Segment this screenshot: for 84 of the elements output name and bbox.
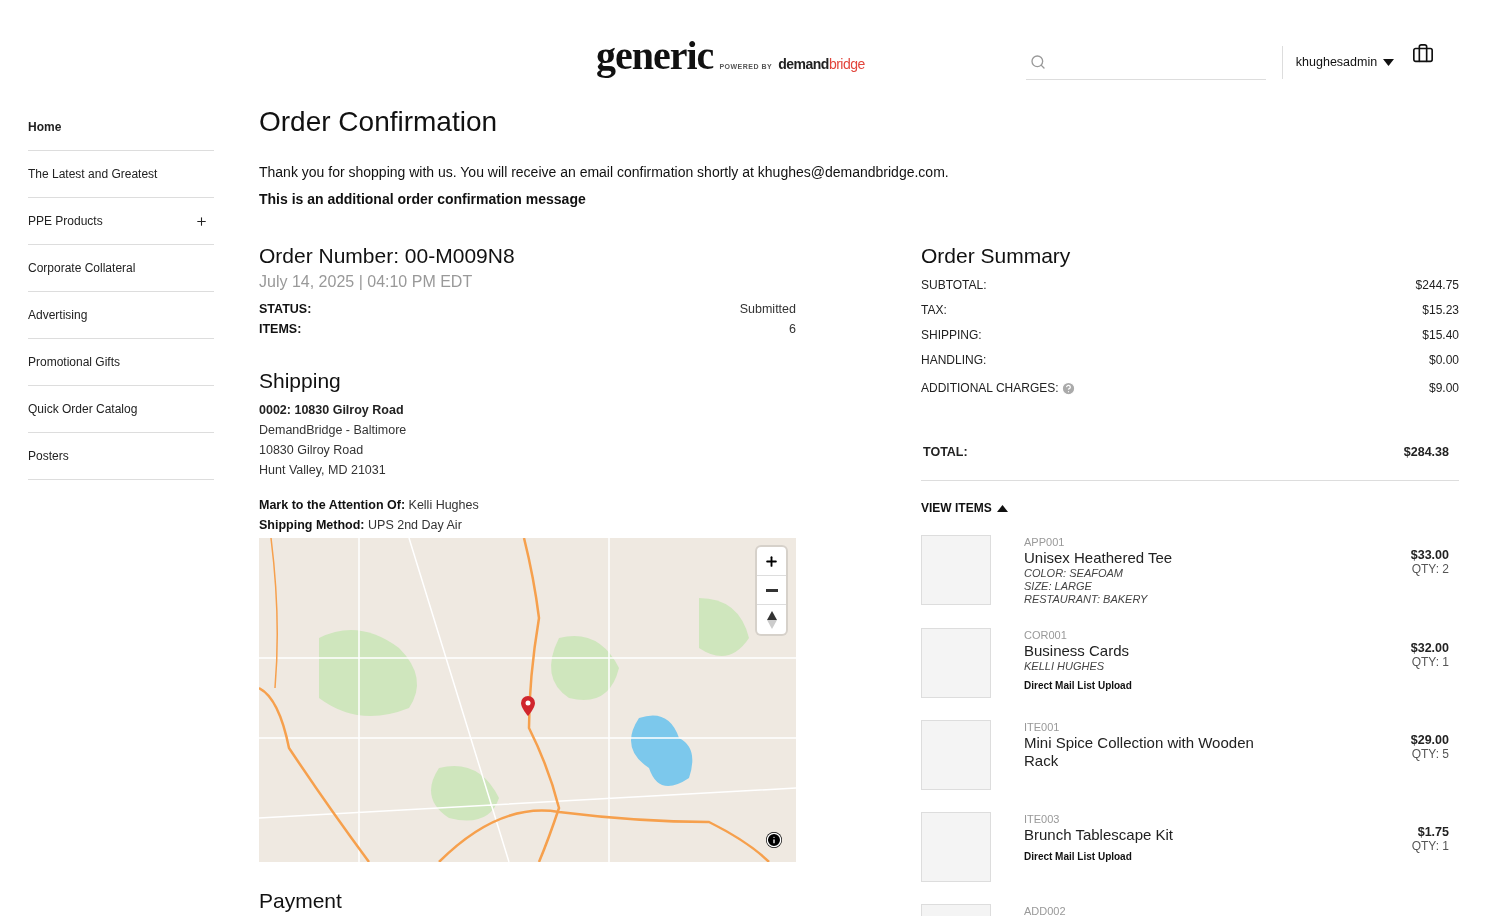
product-name[interactable]: Unisex Heathered Tee (1024, 549, 1264, 567)
total-value: $284.38 (1403, 444, 1449, 461)
sidebar-label: Quick Order Catalog (28, 402, 138, 416)
additional-message: This is an additional order confirmation message (259, 190, 587, 209)
product-price: $29.00 (1410, 733, 1449, 747)
product-name[interactable]: Business Cards (1024, 642, 1264, 660)
section-heading: Order Summary (921, 243, 1072, 269)
field-value: 6 (789, 321, 796, 338)
sidebar-label: Corporate Collateral (28, 261, 136, 275)
product-quantity: QTY: 1 (1411, 839, 1449, 853)
section-heading: Shipping (259, 368, 342, 394)
product-price: $1.75 (1417, 825, 1449, 839)
order-date: July 14, 2025 | 04:10 PM EDT (259, 272, 474, 292)
sidebar-label: Home (28, 120, 62, 134)
address-line: DemandBridge - Baltimore (259, 422, 408, 439)
product-note: Direct Mail List Upload (1024, 679, 1133, 692)
shipping-detail: Shipping Method: UPS 2nd Day Air (259, 517, 463, 534)
summary-value: $9.00 (1428, 380, 1459, 397)
total-label: TOTAL: (923, 444, 968, 461)
product-photo-placeholder (921, 535, 991, 605)
caret-icon (996, 504, 1008, 512)
summary-value: $15.40 (1422, 327, 1459, 344)
view-items-toggle[interactable]: VIEW ITEMS (921, 498, 1008, 518)
sidebar-item[interactable]: Quick Order Catalog (28, 386, 214, 433)
sidebar-label: PPE Products (28, 214, 103, 228)
order-number: Order Number: 00-M009N8 (259, 243, 516, 269)
product-option: RESTAURANT: BAKERY (1024, 593, 1378, 606)
page-title: Order Confirmation (259, 105, 499, 139)
sidebar-item[interactable]: Promotional Gifts (28, 339, 214, 386)
summary-label: SUBTOTAL: (921, 277, 987, 294)
summary-value: $244.75 (1415, 277, 1459, 294)
product-quantity: QTY: 2 (1411, 562, 1449, 576)
product-price: $32.00 (1410, 641, 1449, 655)
sidebar-item[interactable]: Posters (28, 433, 214, 480)
plus-icon[interactable] (195, 214, 208, 228)
sidebar-item[interactable]: PPE Products (28, 198, 214, 245)
summary-value: $15.23 (1422, 302, 1459, 319)
product-quantity: QTY: 1 (1411, 655, 1449, 669)
product-option: SIZE: LARGE (1024, 580, 1378, 593)
product-option: COLOR: SEAFOAM (1024, 567, 1378, 580)
section-heading: Payment (259, 888, 343, 914)
sidebar-label: Promotional Gifts (28, 355, 121, 369)
shipping-detail: Mark to the Attention Of: Kelli Hughes (259, 497, 480, 514)
caret-icon (1383, 58, 1395, 66)
address-line: Hunt Valley, MD 21031 (259, 462, 387, 479)
search-icon (1029, 53, 1046, 70)
product-name[interactable]: Brunch Tablescape Kit (1024, 826, 1264, 844)
product-sku: COR001 (1024, 629, 1068, 642)
sidebar-label: Posters (28, 449, 69, 463)
summary-label: ADDITIONAL CHARGES: (921, 373, 1076, 404)
field-value: Submitted (739, 301, 796, 318)
product-name[interactable]: Mini Spice Collection with Wooden Rack (1024, 734, 1264, 770)
minus-icon (765, 588, 778, 592)
user-menu[interactable]: khughesadmin (1295, 55, 1395, 69)
sidebar-item[interactable]: Corporate Collateral (28, 245, 214, 292)
sidebar-item[interactable]: The Latest and Greatest (28, 151, 214, 198)
address-name: 0002: 10830 Gilroy Road (259, 402, 405, 419)
product-photo-placeholder (921, 720, 991, 790)
product-photo-placeholder (921, 628, 991, 698)
sidebar-item[interactable]: Home (28, 104, 214, 151)
product-note: Direct Mail List Upload (1024, 850, 1133, 863)
summary-label: SHIPPING: (921, 327, 982, 344)
product-option: KELLI HUGHES (1024, 660, 1378, 673)
product-sku: ITE003 (1024, 813, 1061, 826)
field-label: STATUS: (259, 301, 312, 318)
confirmation-message: Thank you for shopping with us. You will receive an email confirmation shortly at khughes@demandbridge.com. (259, 163, 950, 182)
compass-icon (766, 610, 777, 629)
product-sku: ITE001 (1024, 721, 1061, 734)
product-sku: ADD002 (1024, 905, 1067, 916)
sidebar-item[interactable]: Advertising (28, 292, 214, 339)
plus-icon (764, 553, 779, 569)
summary-label: HANDLING: (921, 352, 987, 369)
sidebar-label: The Latest and Greatest (28, 167, 158, 181)
location-pin-icon (521, 696, 535, 716)
sidebar-label: Advertising (28, 308, 88, 322)
product-quantity: QTY: 5 (1411, 747, 1449, 761)
cart-button[interactable] (1412, 43, 1435, 65)
address-line: 10830 Gilroy Road (259, 442, 365, 459)
product-sku: APP001 (1024, 536, 1066, 549)
summary-value: $0.00 (1428, 352, 1459, 369)
summary-label: TAX: (921, 302, 947, 319)
product-photo-placeholder (921, 812, 991, 882)
product-price: $33.00 (1410, 548, 1449, 562)
field-label: ITEMS: (259, 321, 302, 338)
